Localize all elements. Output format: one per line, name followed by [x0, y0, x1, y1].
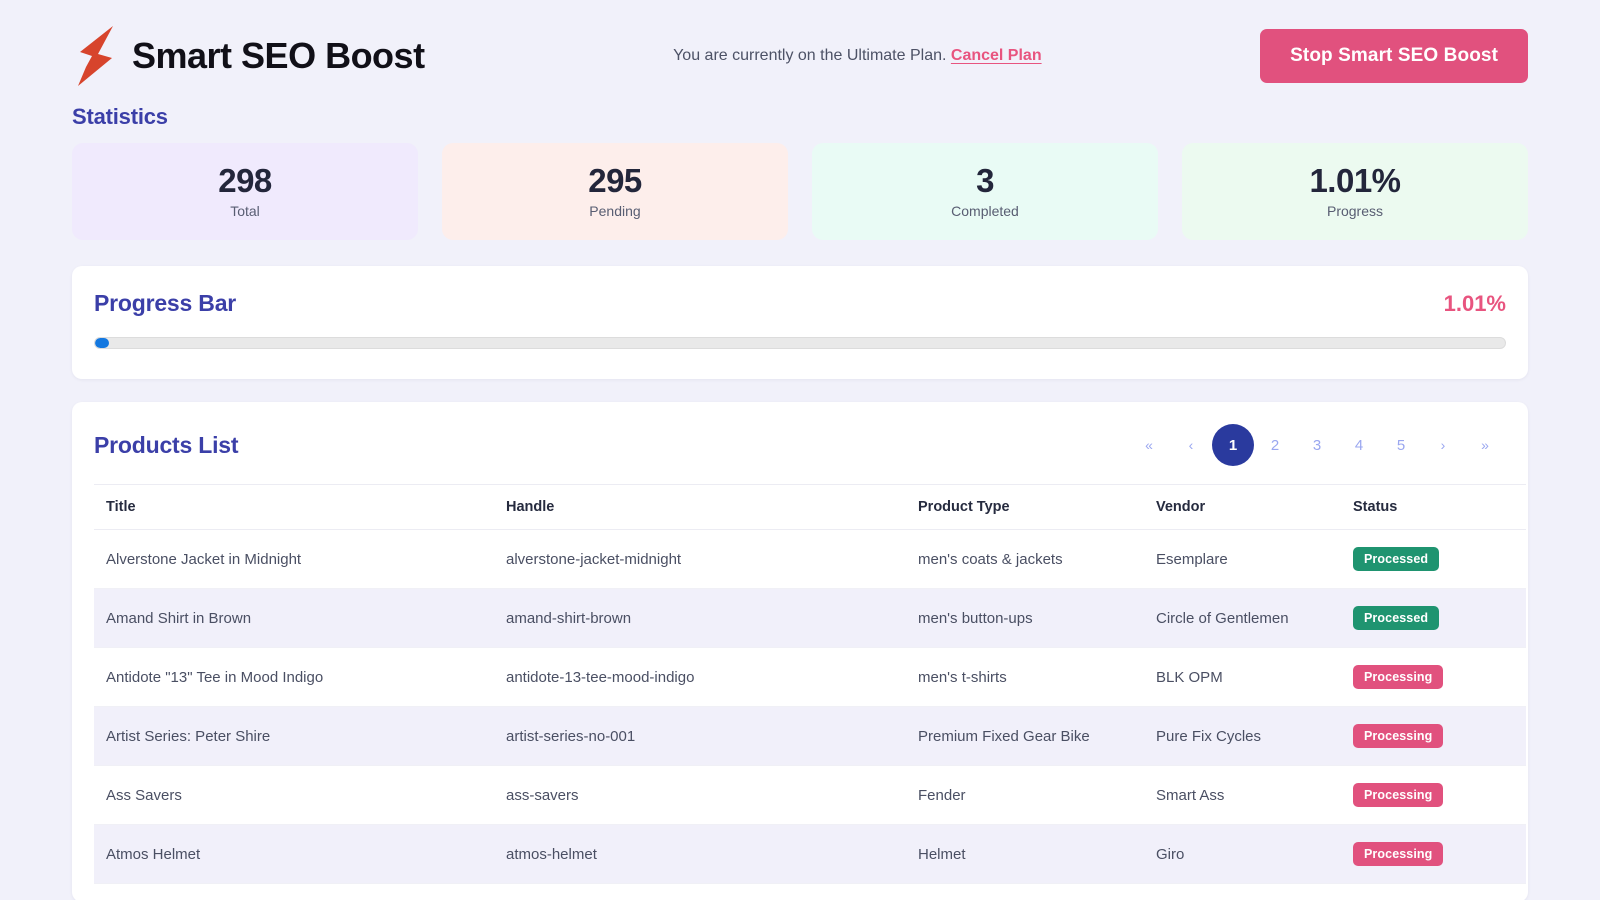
cell-product-type: Premium Fixed Gear Bike — [906, 707, 1144, 766]
pagination-page-3[interactable]: 3 — [1296, 424, 1338, 466]
stat-card-total: 298 Total — [72, 143, 418, 240]
pagination-page-2[interactable]: 2 — [1254, 424, 1296, 466]
statistics-cards: 298 Total 295 Pending 3 Completed 1.01% … — [72, 143, 1528, 240]
products-list-title: Products List — [94, 432, 238, 459]
pagination-page-1[interactable]: 1 — [1212, 424, 1254, 466]
table-row[interactable]: Artist Series: Peter Shireartist-series-… — [94, 707, 1526, 766]
stat-card-progress: 1.01% Progress — [1182, 143, 1528, 240]
stat-card-pending: 295 Pending — [442, 143, 788, 240]
stat-value-pending: 295 — [588, 164, 642, 197]
table-row[interactable]: Amand Shirt in Brownamand-shirt-brownmen… — [94, 589, 1526, 648]
cell-title: Ass Savers — [94, 766, 494, 825]
stat-label-progress: Progress — [1327, 203, 1383, 219]
cell-title: Amand Shirt in Brown — [94, 589, 494, 648]
pagination-page-5[interactable]: 5 — [1380, 424, 1422, 466]
progress-percent-label: 1.01% — [1444, 291, 1506, 317]
plan-status-text: You are currently on the Ultimate Plan. … — [425, 47, 1261, 65]
table-row[interactable]: Aviator + Afterburneraviator-afterburner… — [94, 884, 1526, 900]
cell-product-type: Light — [906, 884, 1144, 900]
cell-title: Alverstone Jacket in Midnight — [94, 530, 494, 589]
table-row[interactable]: Atmos Helmetatmos-helmetHelmetGiro Proces… — [94, 825, 1526, 884]
cell-handle: artist-series-no-001 — [494, 707, 906, 766]
cell-vendor: Giro — [1144, 825, 1341, 884]
table-row[interactable]: Ass Saversass-saversFenderSmart Ass Proce… — [94, 766, 1526, 825]
cell-handle: antidote-13-tee-mood-indigo — [494, 648, 906, 707]
status-badge: Processing — [1353, 783, 1443, 807]
progress-header: Progress Bar 1.01% — [94, 290, 1506, 317]
column-header-title[interactable]: Title — [94, 485, 494, 530]
stat-label-total: Total — [230, 203, 260, 219]
cell-handle: amand-shirt-brown — [494, 589, 906, 648]
cell-product-type: men's coats & jackets — [906, 530, 1144, 589]
cell-vendor: Pure Fix Cycles — [1144, 707, 1341, 766]
column-header-handle[interactable]: Handle — [494, 485, 906, 530]
plan-status-label: You are currently on the Ultimate Plan. — [673, 47, 946, 64]
cell-vendor: BLK OPM — [1144, 648, 1341, 707]
brand: Smart SEO Boost — [72, 25, 425, 87]
products-header: Products List «‹12345›» — [94, 424, 1506, 484]
stat-label-pending: Pending — [589, 203, 640, 219]
products-table-body: Alverstone Jacket in Midnightalverstone-… — [94, 530, 1526, 900]
cell-product-type: men's button-ups — [906, 589, 1144, 648]
app-page: Smart SEO Boost You are currently on the… — [0, 0, 1600, 900]
brand-name: Smart SEO Boost — [132, 35, 425, 77]
cell-product-type: men's t-shirts — [906, 648, 1144, 707]
statistics-title: Statistics — [72, 104, 1528, 130]
stat-value-progress: 1.01% — [1309, 164, 1400, 197]
pagination-prev[interactable]: ‹ — [1170, 424, 1212, 466]
table-row[interactable]: Antidote "13" Tee in Mood Indigoantidote… — [94, 648, 1526, 707]
cell-status: Processed — [1341, 589, 1526, 648]
cell-title: Aviator + Afterburner — [94, 884, 494, 900]
stat-card-completed: 3 Completed — [812, 143, 1158, 240]
stat-value-completed: 3 — [976, 164, 994, 197]
status-badge: Processing — [1353, 724, 1443, 748]
cell-status: Processing — [1341, 825, 1526, 884]
progress-bar-track[interactable] — [94, 337, 1506, 349]
app-header: Smart SEO Boost You are currently on the… — [72, 0, 1528, 104]
pagination-page-4[interactable]: 4 — [1338, 424, 1380, 466]
progress-bar-fill — [95, 338, 109, 348]
status-badge: Processed — [1353, 547, 1439, 571]
cell-status: Processing — [1341, 648, 1526, 707]
products-table-head: Title Handle Product Type Vendor Status — [94, 485, 1526, 530]
progress-title: Progress Bar — [94, 290, 236, 317]
table-row[interactable]: Alverstone Jacket in Midnightalverstone-… — [94, 530, 1526, 589]
progress-panel: Progress Bar 1.01% — [72, 266, 1528, 379]
cell-handle: aviator-afterburner — [494, 884, 906, 900]
products-table: Title Handle Product Type Vendor Status … — [94, 484, 1526, 900]
stop-smart-seo-boost-button[interactable]: Stop Smart SEO Boost — [1260, 29, 1528, 83]
column-header-product-type[interactable]: Product Type — [906, 485, 1144, 530]
status-badge: Processing — [1353, 665, 1443, 689]
cell-status: Processing — [1341, 884, 1526, 900]
pagination-first[interactable]: « — [1128, 424, 1170, 466]
column-header-vendor[interactable]: Vendor — [1144, 485, 1341, 530]
cell-vendor: Fortified — [1144, 884, 1341, 900]
cell-product-type: Helmet — [906, 825, 1144, 884]
status-badge: Processed — [1353, 606, 1439, 630]
cell-handle: ass-savers — [494, 766, 906, 825]
cell-status: Processed — [1341, 530, 1526, 589]
table-header-row: Title Handle Product Type Vendor Status — [94, 485, 1526, 530]
stat-value-total: 298 — [218, 164, 272, 197]
cell-title: Antidote "13" Tee in Mood Indigo — [94, 648, 494, 707]
products-panel: Products List «‹12345›» Title Handle Pro… — [72, 402, 1528, 900]
cell-handle: alverstone-jacket-midnight — [494, 530, 906, 589]
cell-status: Processing — [1341, 707, 1526, 766]
cell-title: Artist Series: Peter Shire — [94, 707, 494, 766]
pagination: «‹12345›» — [1128, 424, 1506, 466]
cell-product-type: Fender — [906, 766, 1144, 825]
stat-label-completed: Completed — [951, 203, 1019, 219]
lightning-bolt-icon — [72, 25, 118, 87]
cell-vendor: Smart Ass — [1144, 766, 1341, 825]
status-badge: Processing — [1353, 842, 1443, 866]
cancel-plan-link[interactable]: Cancel Plan — [951, 47, 1042, 64]
cell-title: Atmos Helmet — [94, 825, 494, 884]
column-header-status[interactable]: Status — [1341, 485, 1526, 530]
pagination-last[interactable]: » — [1464, 424, 1506, 466]
cell-handle: atmos-helmet — [494, 825, 906, 884]
cell-status: Processing — [1341, 766, 1526, 825]
pagination-next[interactable]: › — [1422, 424, 1464, 466]
cell-vendor: Circle of Gentlemen — [1144, 589, 1341, 648]
cell-vendor: Esemplare — [1144, 530, 1341, 589]
